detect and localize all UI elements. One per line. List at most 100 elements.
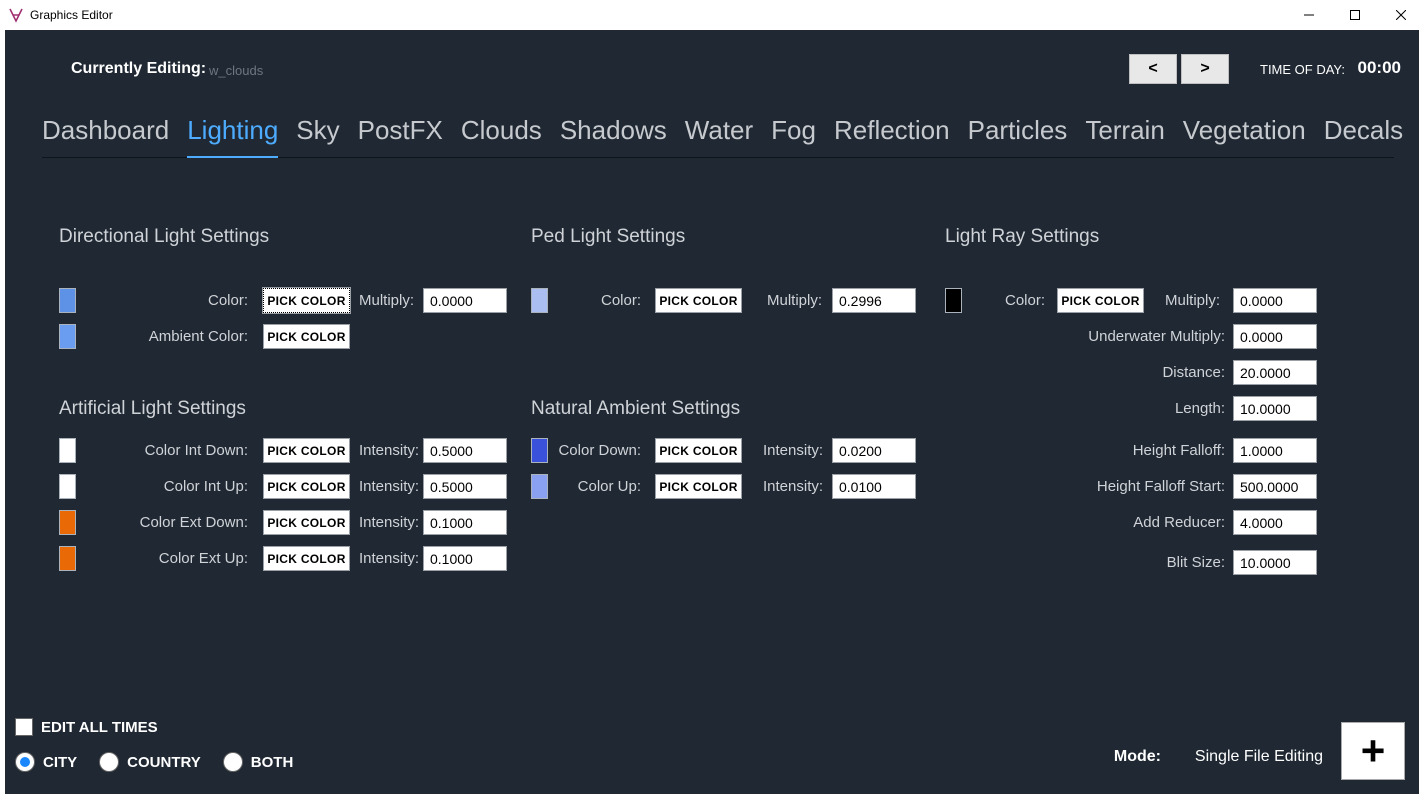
tab-vegetation[interactable]: Vegetation bbox=[1183, 111, 1306, 157]
artificial-row-3-intensity-input[interactable] bbox=[423, 546, 507, 571]
artificial-row-0-label: Color Int Down: bbox=[105, 442, 248, 459]
radio-city[interactable]: CITY bbox=[15, 752, 77, 772]
tab-sky[interactable]: Sky bbox=[296, 111, 339, 157]
artificial-row-1-label: Color Int Up: bbox=[105, 478, 248, 495]
radio-country-label: COUNTRY bbox=[127, 754, 201, 771]
directional-ambient-label: Ambient Color: bbox=[115, 328, 248, 345]
natural-row-1-intensity-label: Intensity: bbox=[763, 478, 823, 495]
ped-color-swatch[interactable] bbox=[531, 288, 548, 313]
artificial-row-2-intensity-label: Intensity: bbox=[359, 514, 419, 531]
ped-color-pick-button[interactable]: PICK COLOR bbox=[655, 288, 742, 313]
app-icon bbox=[8, 7, 24, 23]
section-title-ped: Ped Light Settings bbox=[531, 226, 685, 248]
radio-icon bbox=[99, 752, 119, 772]
tab-postfx[interactable]: PostFX bbox=[358, 111, 443, 157]
directional-multiply-label: Multiply: bbox=[359, 292, 414, 309]
tab-fog[interactable]: Fog bbox=[771, 111, 816, 157]
tab-lighting[interactable]: Lighting bbox=[187, 111, 278, 158]
artificial-row-2-swatch[interactable] bbox=[59, 510, 76, 535]
tab-decals[interactable]: Decals bbox=[1324, 111, 1403, 157]
edit-all-times-checkbox[interactable]: EDIT ALL TIMES bbox=[15, 718, 158, 736]
artificial-row-2-pick-button[interactable]: PICK COLOR bbox=[263, 510, 350, 535]
natural-row-1-label: Color Up: bbox=[545, 478, 641, 495]
close-button[interactable] bbox=[1378, 0, 1424, 30]
natural-row-0-pick-button[interactable]: PICK COLOR bbox=[655, 438, 742, 463]
time-of-day-value: 00:00 bbox=[1358, 58, 1401, 78]
time-of-day-label: TIME OF DAY: bbox=[1260, 62, 1345, 77]
natural-row-1-intensity-input[interactable] bbox=[832, 474, 916, 499]
lightray-addreducer-input[interactable] bbox=[1233, 510, 1317, 535]
section-title-artificial: Artificial Light Settings bbox=[59, 398, 246, 420]
tab-terrain[interactable]: Terrain bbox=[1085, 111, 1164, 157]
window-title: Graphics Editor bbox=[30, 8, 113, 22]
artificial-row-2-intensity-input[interactable] bbox=[423, 510, 507, 535]
mode-value: Single File Editing bbox=[1195, 748, 1323, 766]
checkbox-icon bbox=[15, 718, 33, 736]
lightray-underwater-input[interactable] bbox=[1233, 324, 1317, 349]
natural-row-0-intensity-input[interactable] bbox=[832, 438, 916, 463]
lightray-length-label: Length: bbox=[1125, 400, 1225, 417]
artificial-row-3-intensity-label: Intensity: bbox=[359, 550, 419, 567]
section-title-lightray: Light Ray Settings bbox=[945, 226, 1099, 248]
lightray-heightfalloff-input[interactable] bbox=[1233, 438, 1317, 463]
natural-row-0-label: Color Down: bbox=[545, 442, 641, 459]
tab-shadows[interactable]: Shadows bbox=[560, 111, 667, 157]
lightray-color-pick-button[interactable]: PICK COLOR bbox=[1057, 288, 1144, 313]
minimize-button[interactable] bbox=[1286, 0, 1332, 30]
lightray-heightfalloffstart-label: Height Falloff Start: bbox=[1055, 478, 1225, 495]
tab-particles[interactable]: Particles bbox=[968, 111, 1068, 157]
section-title-natural: Natural Ambient Settings bbox=[531, 398, 740, 420]
natural-row-0-intensity-label: Intensity: bbox=[763, 442, 823, 459]
time-next-button[interactable]: > bbox=[1181, 54, 1229, 84]
lightray-addreducer-label: Add Reducer: bbox=[1095, 514, 1225, 531]
directional-color-pick-button[interactable]: PICK COLOR bbox=[263, 288, 350, 313]
artificial-row-3-pick-button[interactable]: PICK COLOR bbox=[263, 546, 350, 571]
radio-country[interactable]: COUNTRY bbox=[99, 752, 201, 772]
natural-row-1-pick-button[interactable]: PICK COLOR bbox=[655, 474, 742, 499]
artificial-row-2-label: Color Ext Down: bbox=[105, 514, 248, 531]
artificial-row-1-pick-button[interactable]: PICK COLOR bbox=[263, 474, 350, 499]
add-button[interactable]: + bbox=[1341, 722, 1405, 780]
lightray-blitsize-label: Blit Size: bbox=[1125, 554, 1225, 571]
ped-multiply-input[interactable] bbox=[832, 288, 916, 313]
artificial-row-3-swatch[interactable] bbox=[59, 546, 76, 571]
lightray-distance-input[interactable] bbox=[1233, 360, 1317, 385]
ped-multiply-label: Multiply: bbox=[767, 292, 822, 309]
currently-editing-value: w_clouds bbox=[209, 63, 263, 78]
artificial-row-1-intensity-label: Intensity: bbox=[359, 478, 419, 495]
directional-ambient-pick-button[interactable]: PICK COLOR bbox=[263, 324, 350, 349]
directional-multiply-input[interactable] bbox=[423, 288, 507, 313]
lightray-length-input[interactable] bbox=[1233, 396, 1317, 421]
artificial-row-0-intensity-input[interactable] bbox=[423, 438, 507, 463]
lightray-multiply-label: Multiply: bbox=[1165, 292, 1220, 309]
mode-label: Mode: bbox=[1114, 748, 1161, 766]
lightray-blitsize-input[interactable] bbox=[1233, 550, 1317, 575]
maximize-button[interactable] bbox=[1332, 0, 1378, 30]
tabs: Dashboard Lighting Sky PostFX Clouds Shadows W… bbox=[42, 111, 1394, 158]
tab-water[interactable]: Water bbox=[685, 111, 753, 157]
tab-clouds[interactable]: Clouds bbox=[461, 111, 542, 157]
edit-all-times-label: EDIT ALL TIMES bbox=[41, 719, 158, 736]
directional-color-swatch[interactable] bbox=[59, 288, 76, 313]
radio-both-label: BOTH bbox=[251, 754, 294, 771]
artificial-row-0-pick-button[interactable]: PICK COLOR bbox=[263, 438, 350, 463]
radio-both[interactable]: BOTH bbox=[223, 752, 294, 772]
currently-editing-label: Currently Editing: bbox=[71, 60, 206, 78]
lightray-color-label: Color: bbox=[971, 292, 1045, 309]
lightray-heightfalloffstart-input[interactable] bbox=[1233, 474, 1317, 499]
lightray-color-swatch[interactable] bbox=[945, 288, 962, 313]
app-frame: Currently Editing: w_clouds < > TIME OF … bbox=[5, 30, 1419, 794]
artificial-row-0-swatch[interactable] bbox=[59, 438, 76, 463]
directional-color-label: Color: bbox=[155, 292, 248, 309]
artificial-row-1-swatch[interactable] bbox=[59, 474, 76, 499]
directional-ambient-swatch[interactable] bbox=[59, 324, 76, 349]
tab-dashboard[interactable]: Dashboard bbox=[42, 111, 169, 157]
tab-reflection[interactable]: Reflection bbox=[834, 111, 950, 157]
time-prev-button[interactable]: < bbox=[1129, 54, 1177, 84]
lightray-multiply-input[interactable] bbox=[1233, 288, 1317, 313]
artificial-row-1-intensity-input[interactable] bbox=[423, 474, 507, 499]
section-title-directional: Directional Light Settings bbox=[59, 226, 269, 248]
lightray-heightfalloff-label: Height Falloff: bbox=[1085, 442, 1225, 459]
artificial-row-0-intensity-label: Intensity: bbox=[359, 442, 419, 459]
radio-icon bbox=[223, 752, 243, 772]
